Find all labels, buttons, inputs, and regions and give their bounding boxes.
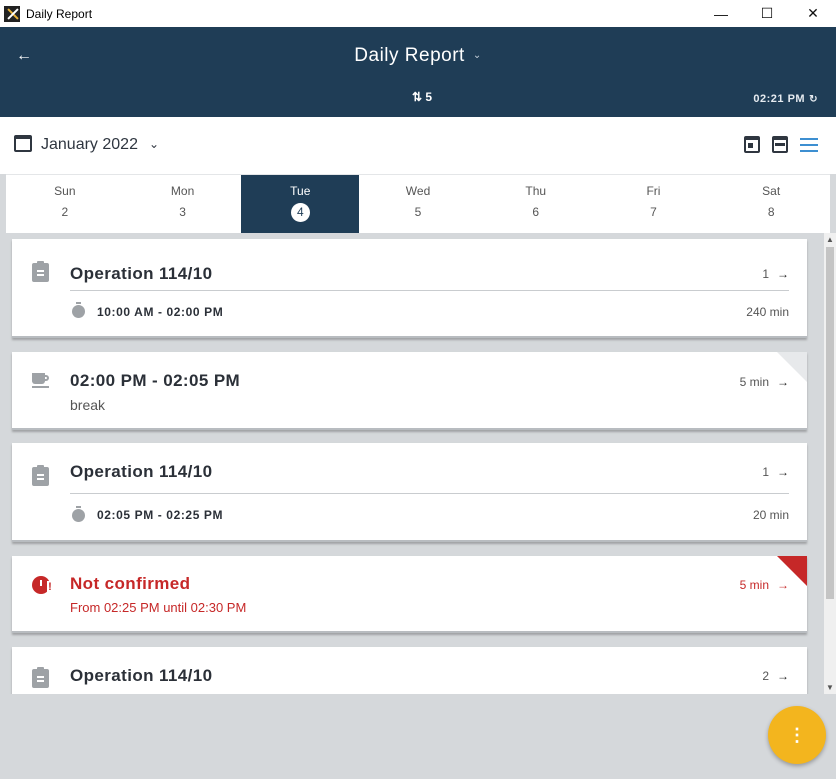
break-card[interactable]: 02:00 PM - 02:05 PM 5 min → break [12,352,807,430]
sync-count: 5 [425,90,433,104]
alarm-clock-warning-icon [32,576,53,594]
stopwatch-icon [72,302,85,318]
entry-duration-link[interactable]: 5 min → [740,578,789,592]
scrollbar[interactable]: ▲ ▼ [824,233,836,694]
arrow-right-icon: → [777,578,789,592]
divider [70,493,789,494]
day-mon[interactable]: Mon 3 [124,175,242,233]
stopwatch-icon [72,506,85,522]
divider [70,290,789,291]
view-switcher [744,136,818,153]
close-button[interactable]: ✕ [790,0,836,27]
app-logo-icon [4,5,20,22]
more-actions-button[interactable]: ⋮ [768,706,826,764]
day-tue-selected[interactable]: Tue 4 [241,175,360,233]
page-title-dropdown[interactable]: Daily Report ⌄ [0,45,836,67]
time-range: 02:05 PM - 02:25 PM [97,508,224,522]
sync-arrows-icon: ⇅ [412,90,423,104]
entry-subtitle: break [70,397,106,413]
window-title: Daily Report [26,6,93,21]
day-wed[interactable]: Wed 5 [359,175,477,233]
minimize-button[interactable]: — [698,0,744,27]
chevron-down-icon[interactable]: ⌄ [149,137,159,151]
time-range: 10:00 AM - 02:00 PM [97,305,224,319]
week-view-icon[interactable] [772,136,788,153]
scroll-down-arrow-icon[interactable]: ▼ [826,683,834,692]
scroll-up-arrow-icon[interactable]: ▲ [826,235,834,244]
entry-count[interactable]: 1 → [762,465,789,479]
arrow-right-icon: → [777,375,789,389]
duration: 240 min [746,305,789,319]
entry-title: Operation 114/10 [70,666,213,685]
scrollbar-thumb[interactable] [826,247,834,599]
day-fri[interactable]: Fri 7 [595,175,713,233]
maximize-button[interactable]: ☐ [744,0,790,27]
arrow-right-icon: → [777,465,789,479]
app-header: ← Daily Report ⌄ ⇅ 5 02:21 PM ↻ [0,27,836,117]
week-strip: Sun 2 Mon 3 Tue 4 Wed 5 Thu 6 Fri 7 Sat 8 [6,174,830,233]
chevron-down-icon: ⌄ [472,50,482,61]
day-sat[interactable]: Sat 8 [712,175,830,233]
entry-title: Not confirmed [70,574,191,593]
entry-title: Operation 114/10 [70,462,213,481]
calendar-icon [14,135,32,152]
duration: 20 min [752,508,789,522]
window-controls: — ☐ ✕ [698,0,836,27]
sync-status[interactable]: ⇅ 5 [412,90,432,104]
clipboard-icon [32,465,49,486]
operation-card[interactable]: Operation 114/10 1 → 10:00 AM - 02:00 PM … [12,239,807,338]
refresh-icon: ↻ [809,94,818,105]
entry-list: Operation 114/10 1 → 10:00 AM - 02:00 PM … [0,233,824,694]
current-time[interactable]: 02:21 PM ↻ [753,93,818,105]
coffee-cup-icon [32,373,50,388]
clipboard-icon [32,261,49,282]
unconfirmed-card[interactable]: Not confirmed 5 min→ From 02:25 PM until… [12,556,807,633]
day-sun[interactable]: Sun 2 [6,175,124,233]
operation-card[interactable]: Operation 114/10 1 → 02:05 PM - 02:25 PM … [12,443,807,542]
month-selector[interactable]: January 2022 [41,136,138,154]
page-title: Daily Report [354,45,465,66]
entry-duration-link[interactable]: 5 min → [740,375,789,389]
arrow-right-icon: → [777,669,789,683]
operation-card[interactable]: Operation 114/10 2 → [12,647,807,694]
entry-count[interactable]: 2 → [762,669,789,683]
entry-title: 02:00 PM - 02:05 PM [70,371,241,390]
arrow-right-icon: → [777,267,789,281]
month-bar: January 2022 ⌄ [0,117,836,174]
entry-title: Operation 114/10 [70,264,213,283]
entry-count[interactable]: 1 → [762,267,789,281]
list-view-icon[interactable] [800,137,818,152]
day-view-icon[interactable] [744,136,760,153]
time-label: 02:21 PM [753,93,806,105]
window-titlebar: Daily Report — ☐ ✕ [0,0,836,27]
entry-subtitle: From 02:25 PM until 02:30 PM [70,600,247,615]
clipboard-icon [32,667,49,688]
day-thu[interactable]: Thu 6 [477,175,595,233]
